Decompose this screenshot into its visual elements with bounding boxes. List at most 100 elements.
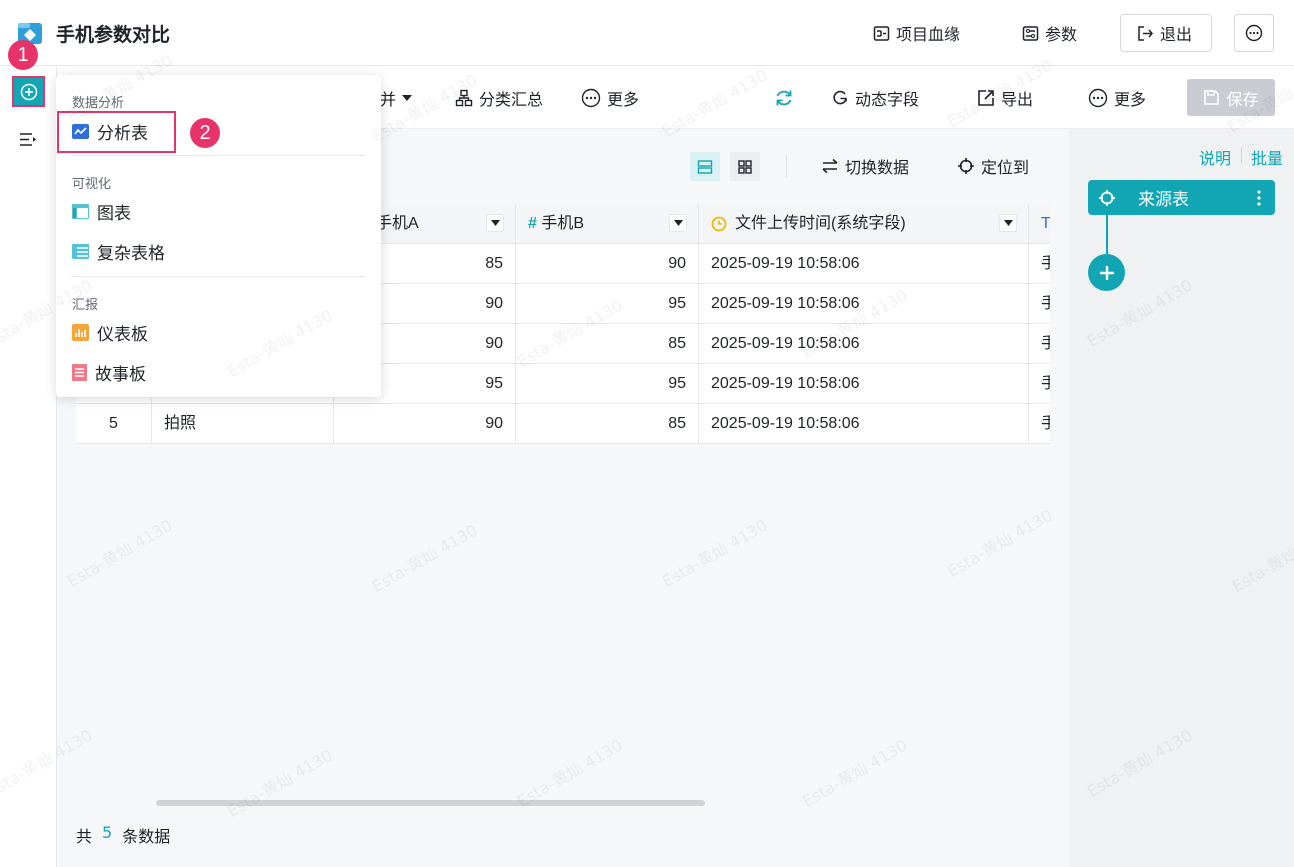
cell-upload-time[interactable]: 2025-09-19 10:58:06 bbox=[699, 324, 1029, 364]
batch-link[interactable]: 批量 bbox=[1251, 145, 1283, 169]
cell-phone-a[interactable]: 90 bbox=[334, 404, 516, 444]
more-dots-icon bbox=[1088, 88, 1108, 108]
refresh-button[interactable] bbox=[774, 84, 794, 112]
project-lineage-label: 项目血缘 bbox=[896, 25, 961, 44]
params-label: 参数 bbox=[1045, 25, 1078, 44]
dynamic-field-label: 动态字段 bbox=[855, 90, 920, 109]
split-view-toggle[interactable] bbox=[690, 152, 720, 181]
params-icon bbox=[1022, 25, 1039, 41]
crosshair-icon bbox=[958, 158, 974, 174]
crosshair-icon bbox=[1098, 189, 1116, 207]
source-table-node[interactable]: 来源表 bbox=[1088, 180, 1275, 215]
save-button[interactable]: 保存 bbox=[1187, 79, 1275, 116]
dynamic-field-button[interactable]: 动态字段 bbox=[831, 84, 919, 112]
column-header-phone-b-label: 手机B bbox=[541, 215, 585, 232]
add-node-button[interactable] bbox=[12, 76, 45, 107]
storyboard-icon bbox=[72, 364, 87, 381]
title-bar bbox=[0, 0, 1294, 66]
export-icon bbox=[978, 90, 994, 106]
dropdown-arrow-icon[interactable] bbox=[999, 214, 1017, 232]
grid-view-toggle[interactable] bbox=[730, 152, 760, 181]
menu-item-storyboard[interactable]: 故事板 bbox=[72, 360, 146, 385]
locate-label: 定位到 bbox=[981, 158, 1030, 177]
more-options-button[interactable] bbox=[1234, 14, 1274, 52]
column-header-phone-a-label: 手机A bbox=[376, 215, 419, 232]
group-summary-button[interactable]: 分类汇总 bbox=[455, 84, 543, 112]
switch-arrows-icon bbox=[822, 158, 838, 174]
dashboard-icon bbox=[72, 324, 89, 341]
export-button[interactable]: 导出 bbox=[977, 84, 1033, 112]
toolbar-divider bbox=[786, 155, 787, 177]
cell-phone-b[interactable]: 85 bbox=[516, 324, 699, 364]
caret-down-icon bbox=[402, 95, 413, 101]
vertical-dots-icon[interactable] bbox=[1257, 189, 1261, 206]
record-count-value: 5 bbox=[102, 823, 113, 842]
cell-upload-time[interactable]: 2025-09-19 10:58:06 bbox=[699, 404, 1029, 444]
menu-section-data-analysis: 数据分析 bbox=[72, 96, 125, 111]
column-header-extra[interactable]: T bbox=[1029, 204, 1050, 244]
switch-data-button[interactable]: 切换数据 bbox=[821, 152, 909, 180]
exit-icon bbox=[1138, 25, 1153, 41]
flow-panel bbox=[1069, 129, 1294, 867]
cell-phone-b[interactable]: 95 bbox=[516, 364, 699, 404]
cell-phone-b[interactable]: 90 bbox=[516, 244, 699, 284]
dynamic-field-icon bbox=[833, 90, 847, 105]
explain-link[interactable]: 说明 bbox=[1199, 145, 1231, 169]
more-dots-icon bbox=[1245, 24, 1263, 42]
more-dots-icon bbox=[581, 88, 601, 108]
add-step-button[interactable] bbox=[1088, 254, 1125, 291]
cell-extra[interactable]: 手 bbox=[1029, 364, 1050, 404]
refresh-icon bbox=[776, 90, 792, 106]
column-header-phone-b[interactable]: # 手机B bbox=[516, 204, 699, 244]
plus-circle-icon bbox=[20, 83, 37, 100]
cell-extra[interactable]: 手 bbox=[1029, 324, 1050, 364]
plus-icon bbox=[1099, 265, 1114, 280]
column-header-upload-time[interactable]: 文件上传时间(系统字段) bbox=[699, 204, 1029, 244]
menu-item-complex-table[interactable]: 复杂表格 bbox=[72, 239, 165, 264]
cell-phone-b[interactable]: 95 bbox=[516, 284, 699, 324]
menu-item-chart[interactable]: 图表 bbox=[72, 199, 131, 224]
chart-icon bbox=[72, 204, 89, 219]
cell-extra[interactable]: 手 bbox=[1029, 284, 1050, 324]
complex-table-icon bbox=[72, 244, 89, 259]
split-view-icon bbox=[697, 159, 713, 174]
more-tools-button[interactable]: 更多 bbox=[581, 84, 639, 112]
menu-section-visualization: 可视化 bbox=[72, 177, 112, 192]
lineage-icon bbox=[873, 25, 890, 41]
params-button[interactable]: 参数 bbox=[1022, 14, 1077, 52]
record-count: 共 5 条数据 bbox=[76, 823, 170, 847]
step-badge-1: 1 bbox=[8, 40, 38, 70]
project-lineage-button[interactable]: 项目血缘 bbox=[873, 14, 960, 52]
horizontal-scrollbar[interactable] bbox=[156, 800, 705, 806]
cell-name[interactable]: 拍照 bbox=[152, 404, 334, 444]
cell-upload-time[interactable]: 2025-09-19 10:58:06 bbox=[699, 284, 1029, 324]
menu-item-dashboard[interactable]: 仪表板 bbox=[72, 320, 148, 345]
more-actions-button[interactable]: 更多 bbox=[1088, 84, 1146, 112]
locate-button[interactable]: 定位到 bbox=[957, 152, 1029, 180]
dropdown-arrow-icon[interactable] bbox=[669, 214, 687, 232]
hierarchy-icon bbox=[455, 89, 473, 107]
merge-label: 并 bbox=[380, 90, 397, 109]
menu-item-dashboard-label: 仪表板 bbox=[97, 325, 148, 345]
dropdown-arrow-icon[interactable] bbox=[486, 214, 504, 232]
link-divider bbox=[1241, 147, 1242, 163]
more-actions-label: 更多 bbox=[1114, 90, 1147, 109]
exit-label: 退出 bbox=[1160, 25, 1193, 44]
step-badge-2: 2 bbox=[190, 118, 220, 148]
table-row[interactable]: 5 拍照 90 85 2025-09-19 10:58:06 手 bbox=[76, 404, 1050, 444]
cell-upload-time[interactable]: 2025-09-19 10:58:06 bbox=[699, 244, 1029, 284]
cell-extra[interactable]: 手 bbox=[1029, 244, 1050, 284]
group-summary-label: 分类汇总 bbox=[479, 90, 544, 109]
save-label: 保存 bbox=[1226, 89, 1259, 109]
cell-phone-b[interactable]: 85 bbox=[516, 404, 699, 444]
cell-extra[interactable]: 手 bbox=[1029, 404, 1050, 444]
merge-button[interactable]: 并 bbox=[380, 84, 413, 112]
menu-item-chart-label: 图表 bbox=[97, 204, 131, 224]
record-count-suffix: 条数据 bbox=[122, 827, 171, 846]
outline-toggle-icon[interactable] bbox=[19, 131, 38, 148]
cell-upload-time[interactable]: 2025-09-19 10:58:06 bbox=[699, 364, 1029, 404]
export-label: 导出 bbox=[1001, 90, 1034, 109]
highlight-box bbox=[57, 111, 176, 153]
flow-connector bbox=[1106, 215, 1108, 255]
exit-button[interactable]: 退出 bbox=[1120, 14, 1212, 52]
